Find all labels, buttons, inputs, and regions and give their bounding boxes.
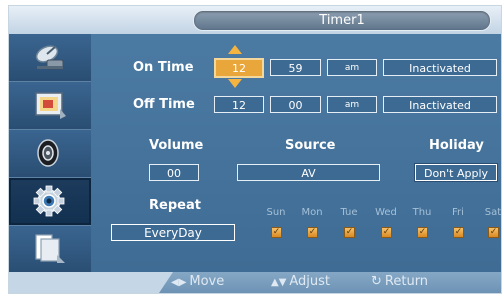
navigation-hint-bar: ◀▶ Move ▲▼ Adjust ↻ Return [9, 272, 501, 293]
day-label-fri: Fri [452, 207, 464, 218]
volume-label: Volume [149, 138, 204, 153]
satellite-dish-icon [35, 45, 64, 70]
increment-arrow-icon[interactable] [228, 45, 242, 54]
gear-icon [33, 185, 65, 217]
adjust-hint: ▲▼ Adjust [271, 274, 330, 289]
day-checkbox-mon[interactable]: ✓ [307, 227, 318, 238]
day-label-thu: Thu [412, 207, 432, 218]
day-checkbox-sun[interactable]: ✓ [271, 227, 282, 238]
sidebar-item-sound[interactable] [9, 130, 91, 178]
multi-window-icon [35, 234, 65, 263]
move-hint: ◀▶ Move [171, 274, 224, 289]
off-time-hour-field[interactable]: 12 [214, 96, 264, 113]
off-time-label: Off Time [133, 97, 195, 112]
off-time-ampm-field[interactable]: am [327, 96, 377, 113]
sidebar-menu [9, 34, 91, 283]
sidebar-item-input[interactable] [9, 34, 91, 82]
holiday-field[interactable]: Don't Apply [415, 164, 497, 181]
off-time-status-field[interactable]: Inactivated [383, 96, 497, 113]
return-icon: ↻ [371, 274, 382, 289]
return-hint-label: Return [384, 274, 429, 289]
on-time-ampm-field[interactable]: am [327, 59, 377, 76]
day-checkbox-tue[interactable]: ✓ [344, 227, 355, 238]
on-time-hour-field[interactable]: 12 [214, 58, 264, 78]
picture-icon [35, 92, 66, 119]
repeat-field[interactable]: EveryDay [111, 224, 235, 241]
day-label-sun: Sun [266, 207, 286, 218]
holiday-label: Holiday [429, 138, 484, 153]
day-checkbox-fri[interactable]: ✓ [453, 227, 464, 238]
on-time-label: On Time [133, 60, 194, 75]
title-strip: Timer1 [9, 6, 501, 34]
adjust-hint-label: Adjust [289, 274, 331, 289]
source-field[interactable]: AV [237, 164, 380, 181]
day-checkbox-thu[interactable]: ✓ [417, 227, 428, 238]
day-checkbox-sat[interactable]: ✓ [488, 227, 499, 238]
move-hint-label: Move [189, 274, 225, 289]
day-label-mon: Mon [301, 207, 323, 218]
day-label-wed: Wed [375, 207, 397, 218]
decrement-arrow-icon[interactable] [228, 79, 242, 88]
on-time-status-field[interactable]: Inactivated [383, 59, 497, 76]
sidebar-item-setup[interactable] [9, 178, 91, 226]
day-label-sat: Sat [484, 207, 502, 218]
left-right-arrow-icon: ◀▶ [171, 277, 187, 288]
volume-field[interactable]: 00 [149, 164, 199, 181]
sidebar-item-multi-control[interactable] [9, 226, 91, 274]
on-time-minute-field[interactable]: 59 [270, 59, 321, 76]
window-title: Timer1 [193, 10, 491, 31]
timer-osd-window: Timer1 On Time 12 59 am Inactivated Off … [8, 5, 502, 294]
timer-settings-panel: On Time 12 59 am Inactivated Off Time 12… [91, 34, 501, 272]
speaker-icon [37, 139, 59, 167]
up-down-arrow-icon: ▲▼ [271, 277, 287, 288]
repeat-label: Repeat [149, 198, 201, 213]
day-label-tue: Tue [340, 207, 358, 218]
off-time-minute-field[interactable]: 00 [270, 96, 321, 113]
day-checkbox-wed[interactable]: ✓ [381, 227, 392, 238]
source-label: Source [285, 138, 336, 153]
return-hint: ↻ Return [371, 274, 428, 289]
sidebar-item-picture[interactable] [9, 82, 91, 130]
